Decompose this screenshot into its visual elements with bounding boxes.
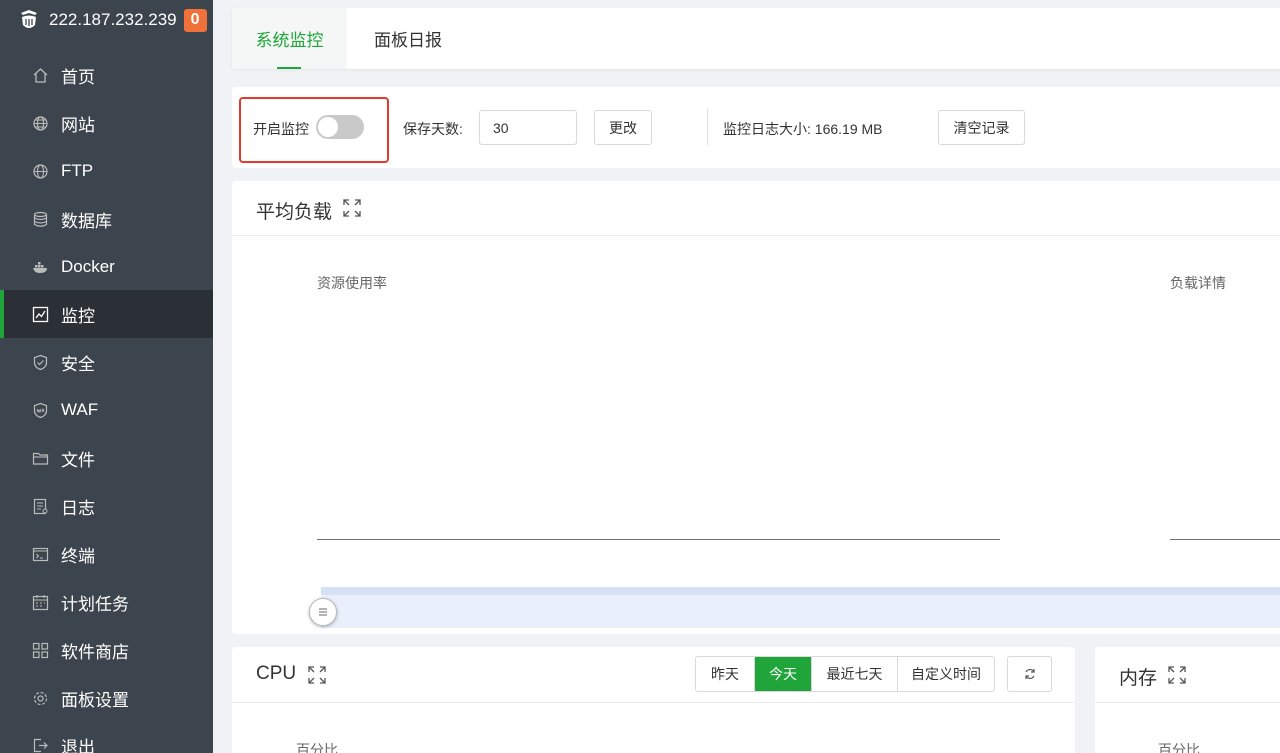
tab-system-monitor[interactable]: 系统监控	[232, 8, 347, 69]
apps-grid-icon	[32, 642, 49, 659]
card-header-divider	[232, 702, 1075, 703]
sidebar-item-label: Docker	[61, 257, 115, 276]
globe-icon	[32, 115, 49, 132]
refresh-button[interactable]	[1007, 656, 1052, 692]
clear-records-button[interactable]: 清空记录	[938, 110, 1025, 145]
fullscreen-icon[interactable]	[343, 199, 361, 217]
monitor-tabs: 系统监控 面板日报	[232, 8, 1280, 69]
home-icon	[32, 67, 49, 84]
sidebar-item-app-store[interactable]: 软件商店	[0, 626, 213, 674]
range-custom-button[interactable]: 自定义时间	[897, 657, 994, 691]
shield-icon	[32, 354, 49, 371]
memory-title: 内存	[1119, 668, 1158, 689]
range-today-button[interactable]: 今天	[754, 657, 811, 691]
memory-percent-label: 百分比	[1158, 742, 1200, 753]
sidebar-item-label: 面板设置	[61, 690, 129, 710]
sidebar-item-logout[interactable]: 退出	[0, 721, 213, 753]
monitor-chart-icon	[32, 306, 49, 323]
load-detail-x-axis	[1170, 539, 1280, 540]
save-days-label: 保存天数:	[403, 121, 463, 137]
load-average-card	[232, 181, 1280, 634]
sidebar-item-label: WAF	[61, 400, 99, 419]
database-icon	[32, 211, 49, 228]
divider	[707, 109, 708, 145]
logout-icon	[32, 737, 49, 753]
panel-logo-icon	[21, 10, 37, 28]
time-range-selector: 昨天 今天 最近七天 自定义时间	[695, 656, 995, 692]
folder-icon	[32, 450, 49, 467]
tab-panel-daily[interactable]: 面板日报	[347, 8, 469, 69]
log-size-label: 监控日志大小: 166.19 MB	[723, 121, 883, 137]
log-file-icon	[32, 498, 49, 515]
fullscreen-icon[interactable]	[1168, 666, 1186, 684]
load-average-title: 平均负载	[256, 202, 333, 223]
cpu-title: CPU	[256, 663, 297, 684]
sidebar-item-database[interactable]: 数据库	[0, 195, 213, 243]
server-ip[interactable]: 222.187.232.239	[49, 10, 177, 30]
sidebar-item-label: 软件商店	[61, 642, 129, 662]
sidebar-item-label: 退出	[61, 737, 95, 753]
sidebar-item-panel-settings[interactable]: 面板设置	[0, 674, 213, 722]
chart-zoom-slider[interactable]	[321, 587, 1280, 628]
sidebar-item-label: 终端	[61, 546, 95, 566]
refresh-icon	[1024, 668, 1035, 680]
enable-monitor-toggle[interactable]	[316, 115, 364, 139]
calendar-icon	[32, 594, 49, 611]
sidebar-item-files[interactable]: 文件	[0, 434, 213, 482]
change-button[interactable]: 更改	[594, 110, 652, 145]
sidebar-item-monitor[interactable]: 监控	[0, 290, 213, 338]
sidebar-item-label: FTP	[61, 161, 94, 180]
zoom-handle[interactable]	[309, 598, 337, 626]
gear-icon	[32, 690, 49, 707]
resource-usage-label: 资源使用率	[317, 275, 387, 291]
range-yesterday-button[interactable]: 昨天	[696, 657, 754, 691]
enable-monitor-label: 开启监控	[253, 121, 309, 137]
docker-icon	[32, 259, 49, 276]
sidebar-item-home[interactable]: 首页	[0, 51, 213, 99]
fullscreen-icon[interactable]	[308, 666, 326, 684]
sidebar-item-ftp[interactable]: FTP	[0, 147, 213, 195]
resource-usage-x-axis	[317, 539, 1000, 540]
notification-badge[interactable]: 0	[183, 8, 207, 32]
sidebar-item-security[interactable]: 安全	[0, 338, 213, 386]
sidebar-item-label: 日志	[61, 498, 95, 518]
ftp-globe-icon	[32, 163, 49, 180]
sidebar-item-label: 计划任务	[61, 594, 129, 614]
sidebar-item-cron[interactable]: 计划任务	[0, 578, 213, 626]
sidebar-item-label: 网站	[61, 115, 95, 135]
waf-shield-icon	[32, 402, 49, 419]
card-header-divider	[232, 235, 1280, 236]
sidebar-item-label: 数据库	[61, 211, 112, 231]
sidebar-item-waf[interactable]: WAF	[0, 386, 213, 434]
sidebar-item-terminal[interactable]: 终端	[0, 530, 213, 578]
load-detail-label: 负载详情	[1170, 275, 1226, 291]
sidebar-header: 222.187.232.239 0	[0, 0, 213, 40]
sidebar-item-website[interactable]: 网站	[0, 99, 213, 147]
sidebar-item-label: 文件	[61, 450, 95, 470]
range-last-7-days-button[interactable]: 最近七天	[811, 657, 897, 691]
sidebar-item-label: 首页	[61, 67, 95, 87]
sidebar-item-logs[interactable]: 日志	[0, 482, 213, 530]
toggle-knob	[318, 117, 338, 137]
sidebar-item-docker[interactable]: Docker	[0, 243, 213, 291]
sidebar-item-label: 安全	[61, 354, 95, 374]
terminal-icon	[32, 546, 49, 563]
save-days-input[interactable]: 30	[479, 110, 577, 145]
drag-handle-icon	[319, 608, 327, 616]
card-header-divider	[1095, 702, 1280, 703]
sidebar-item-label: 监控	[61, 306, 95, 326]
cpu-percent-label: 百分比	[296, 742, 338, 753]
sidebar: 222.187.232.239 0 首页 网站 FTP 数据库 Docker 监…	[0, 0, 213, 753]
